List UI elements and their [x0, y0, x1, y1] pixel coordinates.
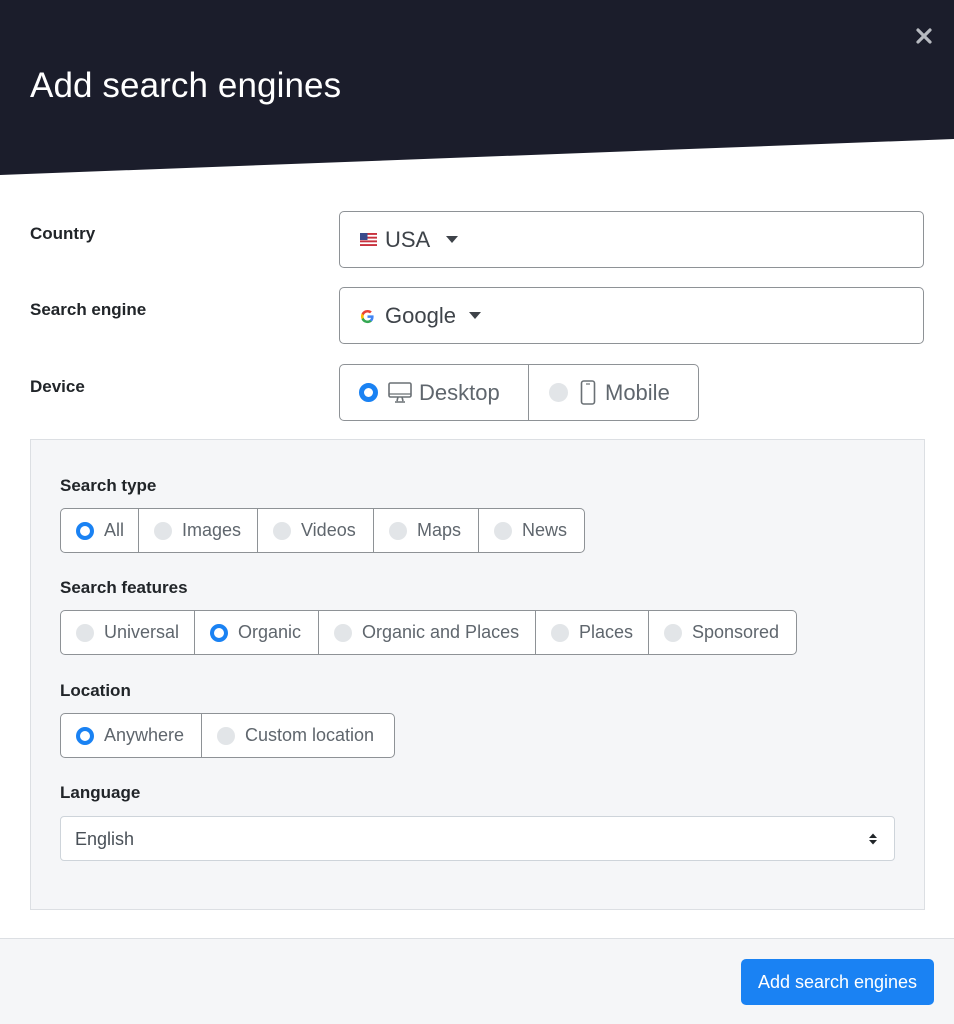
radio-checked: [76, 521, 94, 540]
select-arrows-icon: [868, 832, 878, 851]
option-label: Images: [182, 520, 242, 540]
search-type-videos[interactable]: Videos: [257, 508, 374, 553]
option-label: Anywhere: [104, 725, 185, 745]
location-label: Location: [60, 681, 131, 700]
radio-unchecked: [217, 726, 235, 745]
option-label: Universal: [104, 622, 180, 642]
option-label: Places: [579, 622, 634, 642]
radio-unchecked: [76, 623, 94, 642]
radio-unchecked: [154, 521, 172, 540]
radio-checked: [76, 726, 94, 745]
close-icon: [916, 28, 932, 44]
radio-unchecked: [273, 521, 291, 540]
search-features-universal[interactable]: Universal: [60, 610, 195, 655]
search-options-panel: Search type All Images Videos Maps News: [30, 439, 925, 910]
location-group: Anywhere Custom location: [60, 713, 395, 758]
option-label: Organic: [238, 622, 302, 642]
location-anywhere[interactable]: Anywhere: [60, 713, 202, 758]
search-engine-value: Google: [385, 303, 456, 328]
search-engine-row: Search engine Google: [30, 287, 924, 344]
option-label: All: [104, 520, 125, 540]
modal-title: Add search engines: [30, 66, 342, 105]
google-g-icon: [360, 309, 375, 329]
desktop-icon: [388, 381, 412, 404]
search-engine-dropdown[interactable]: Google: [339, 287, 924, 344]
search-features-group: Universal Organic Organic and Places Pla…: [60, 610, 797, 655]
radio-unchecked: [549, 383, 568, 402]
option-label: Videos: [301, 520, 356, 540]
device-row: Device Desktop Mobile: [30, 364, 924, 421]
device-option-desktop[interactable]: Desktop: [339, 364, 529, 421]
country-label: Country: [30, 224, 96, 243]
chevron-down-icon: [446, 236, 458, 243]
close-button[interactable]: [912, 24, 936, 48]
add-search-engines-button[interactable]: Add search engines: [741, 959, 934, 1005]
device-option-label: Mobile: [605, 379, 670, 405]
country-row: Country USA: [30, 211, 924, 268]
add-search-engines-modal: Add search engines Country USA Search en…: [0, 0, 954, 1024]
location-custom[interactable]: Custom location: [201, 713, 395, 758]
modal-footer: Add search engines: [0, 938, 954, 1024]
device-option-mobile[interactable]: Mobile: [528, 364, 699, 421]
country-value: USA: [385, 227, 431, 252]
option-label: Maps: [417, 520, 462, 540]
search-type-label: Search type: [60, 476, 157, 495]
search-features-organic[interactable]: Organic: [194, 610, 319, 655]
search-features-organic-and-places[interactable]: Organic and Places: [318, 610, 536, 655]
language-value: English: [75, 829, 135, 849]
radio-unchecked: [494, 521, 512, 540]
country-dropdown[interactable]: USA: [339, 211, 924, 268]
device-toggle-group: Desktop Mobile: [339, 364, 699, 421]
us-flag-icon: [360, 233, 377, 251]
search-type-maps[interactable]: Maps: [373, 508, 479, 553]
option-label: Custom location: [245, 725, 375, 745]
language-select[interactable]: English: [60, 816, 895, 861]
device-option-label: Desktop: [419, 379, 500, 405]
radio-checked: [210, 623, 228, 642]
search-type-group: All Images Videos Maps News: [60, 508, 585, 553]
radio-unchecked: [389, 521, 407, 540]
language-label: Language: [60, 783, 141, 802]
option-label: Sponsored: [692, 622, 780, 642]
radio-unchecked: [334, 623, 352, 642]
mobile-phone-icon: [580, 380, 596, 405]
option-label: Organic and Places: [362, 622, 520, 642]
device-label: Device: [30, 377, 85, 396]
chevron-down-icon: [469, 312, 481, 319]
search-type-news[interactable]: News: [478, 508, 585, 553]
radio-checked: [359, 383, 378, 402]
search-type-images[interactable]: Images: [138, 508, 258, 553]
modal-header: Add search engines: [0, 0, 954, 175]
search-type-all[interactable]: All: [60, 508, 139, 553]
radio-unchecked: [664, 623, 682, 642]
search-features-places[interactable]: Places: [535, 610, 649, 655]
search-engine-label: Search engine: [30, 300, 147, 319]
search-features-sponsored[interactable]: Sponsored: [648, 610, 797, 655]
search-features-label: Search features: [60, 578, 188, 597]
radio-unchecked: [551, 623, 569, 642]
option-label: News: [522, 520, 568, 540]
